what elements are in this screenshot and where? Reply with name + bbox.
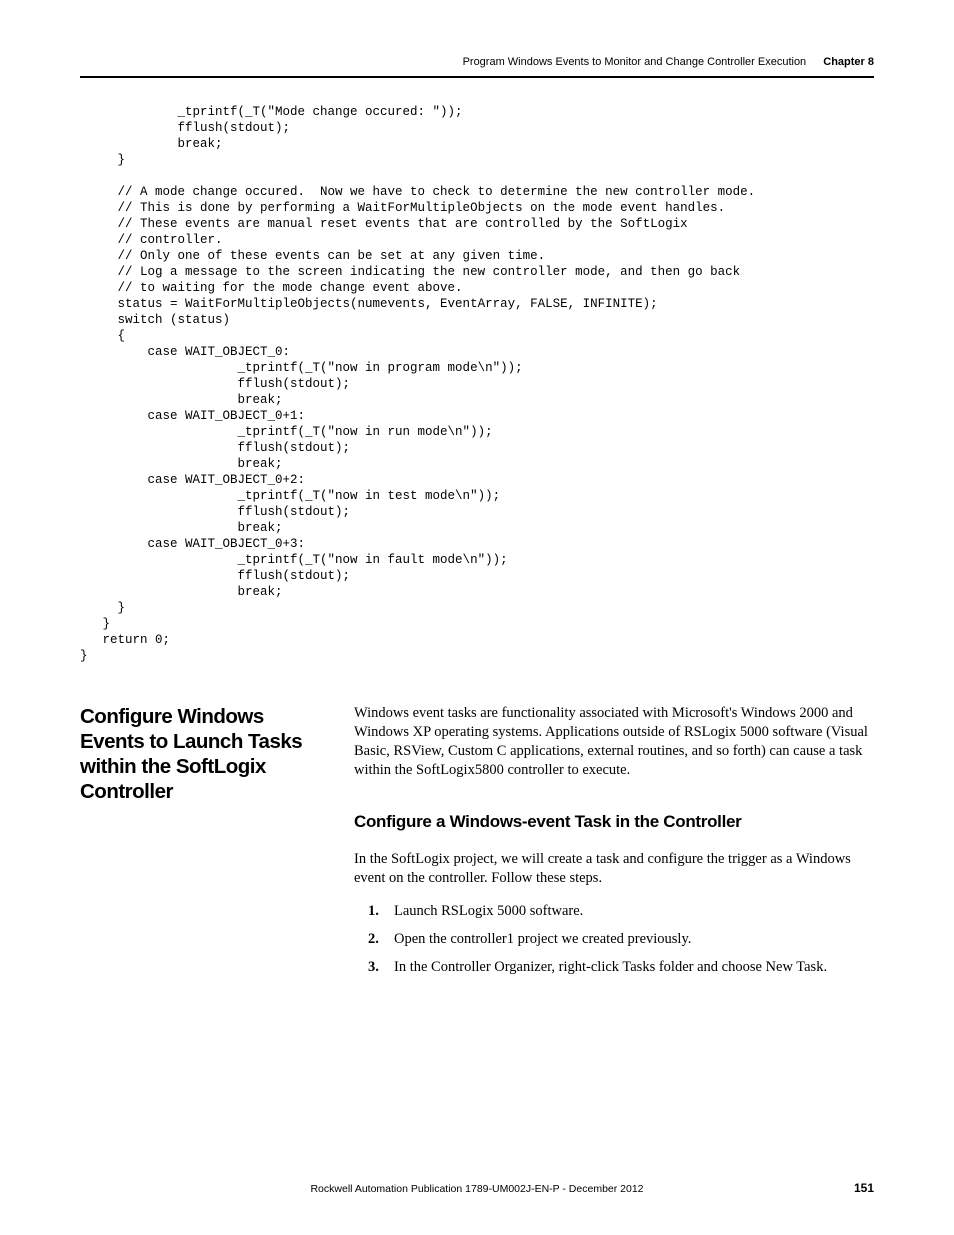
- list-item: Launch RSLogix 5000 software.: [368, 902, 874, 921]
- running-head-title: Program Windows Events to Monitor and Ch…: [463, 56, 807, 68]
- section-intro: Windows event tasks are functionality as…: [354, 704, 874, 780]
- code-block: _tprintf(_T("Mode change occured: ")); f…: [80, 104, 874, 664]
- running-head: Program Windows Events to Monitor and Ch…: [80, 56, 874, 78]
- section-title: Configure Windows Events to Launch Tasks…: [80, 704, 332, 804]
- footer-page-number: 151: [854, 1181, 874, 1195]
- footer-publication: Rockwell Automation Publication 1789-UM0…: [80, 1183, 874, 1195]
- list-item: Open the controller1 project we created …: [368, 930, 874, 949]
- running-head-chapter: Chapter 8: [823, 56, 874, 68]
- section-two-column: Configure Windows Events to Launch Tasks…: [80, 704, 874, 986]
- steps-list: Launch RSLogix 5000 software. Open the c…: [368, 902, 874, 977]
- section-lead: In the SoftLogix project, we will create…: [354, 850, 874, 888]
- page-footer: Rockwell Automation Publication 1789-UM0…: [80, 1183, 874, 1195]
- list-item: In the Controller Organizer, right-click…: [368, 958, 874, 977]
- section-subheading: Configure a Windows-event Task in the Co…: [354, 812, 874, 832]
